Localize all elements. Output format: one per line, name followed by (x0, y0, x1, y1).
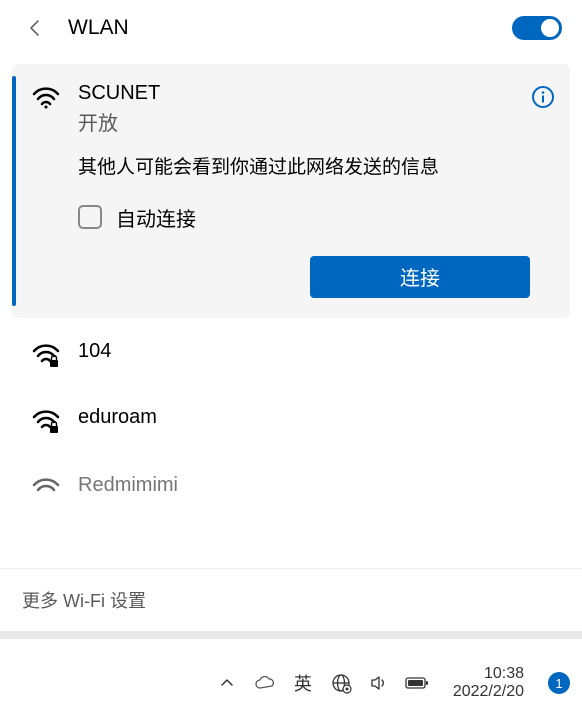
info-icon (531, 85, 555, 109)
network-list: SCUNET 开放 其他人可能会看到你通过此网络发送的信息 自动连接 连接 (0, 56, 582, 568)
auto-connect-label: 自动连接 (116, 203, 196, 232)
ime-indicator[interactable]: 英 (291, 671, 315, 695)
cloud-icon (254, 675, 276, 691)
network-name: SCUNET (78, 82, 530, 105)
taskbar-separator (0, 631, 582, 639)
taskbar-date: 2022/2/20 (453, 683, 524, 701)
speaker-icon (369, 673, 389, 693)
onedrive-tray-icon[interactable] (253, 671, 277, 695)
more-wifi-settings-link[interactable]: 更多 Wi-Fi 设置 (0, 568, 582, 631)
auto-connect-row: 自动连接 (78, 203, 530, 232)
selection-indicator (12, 76, 16, 306)
open-network-warning: 其他人可能会看到你通过此网络发送的信息 (78, 156, 530, 181)
taskbar-time: 10:38 (484, 665, 524, 683)
network-name: Redmimimi (78, 474, 556, 497)
network-tray-icon[interactable] (329, 671, 353, 695)
connect-button[interactable]: 连接 (310, 256, 530, 298)
network-item[interactable]: 104 (12, 326, 570, 384)
system-tray: 英 10:38 2022/2/20 (215, 665, 570, 702)
globe-icon (330, 672, 352, 694)
chevron-up-icon (219, 675, 235, 691)
tray-expand-button[interactable] (215, 671, 239, 695)
panel-title: WLAN (68, 16, 512, 40)
wifi-toggle[interactable] (512, 16, 562, 40)
volume-tray-icon[interactable] (367, 671, 391, 695)
wifi-secured-icon (32, 476, 60, 504)
taskbar-clock[interactable]: 10:38 2022/2/20 (453, 665, 524, 702)
notification-badge[interactable]: 1 (548, 672, 570, 694)
arrow-left-icon (26, 18, 46, 38)
network-info: SCUNET 开放 其他人可能会看到你通过此网络发送的信息 自动连接 连接 (78, 82, 530, 298)
battery-tray-icon[interactable] (405, 671, 429, 695)
network-item-selected[interactable]: SCUNET 开放 其他人可能会看到你通过此网络发送的信息 自动连接 连接 (12, 64, 570, 318)
wifi-secured-icon (32, 342, 60, 370)
battery-icon (405, 676, 429, 690)
auto-connect-checkbox[interactable] (78, 205, 102, 229)
network-name: eduroam (78, 406, 556, 429)
taskbar: 英 10:38 2022/2/20 (0, 655, 582, 711)
back-button[interactable] (20, 12, 52, 44)
wifi-secured-icon (32, 408, 60, 436)
network-status: 开放 (78, 107, 530, 136)
network-item[interactable]: Redmimimi (12, 460, 570, 518)
network-item[interactable]: eduroam (12, 392, 570, 450)
wifi-icon (32, 84, 60, 112)
network-name: 104 (78, 340, 556, 363)
network-info-button[interactable] (530, 84, 556, 110)
wifi-panel-header: WLAN (0, 0, 582, 56)
